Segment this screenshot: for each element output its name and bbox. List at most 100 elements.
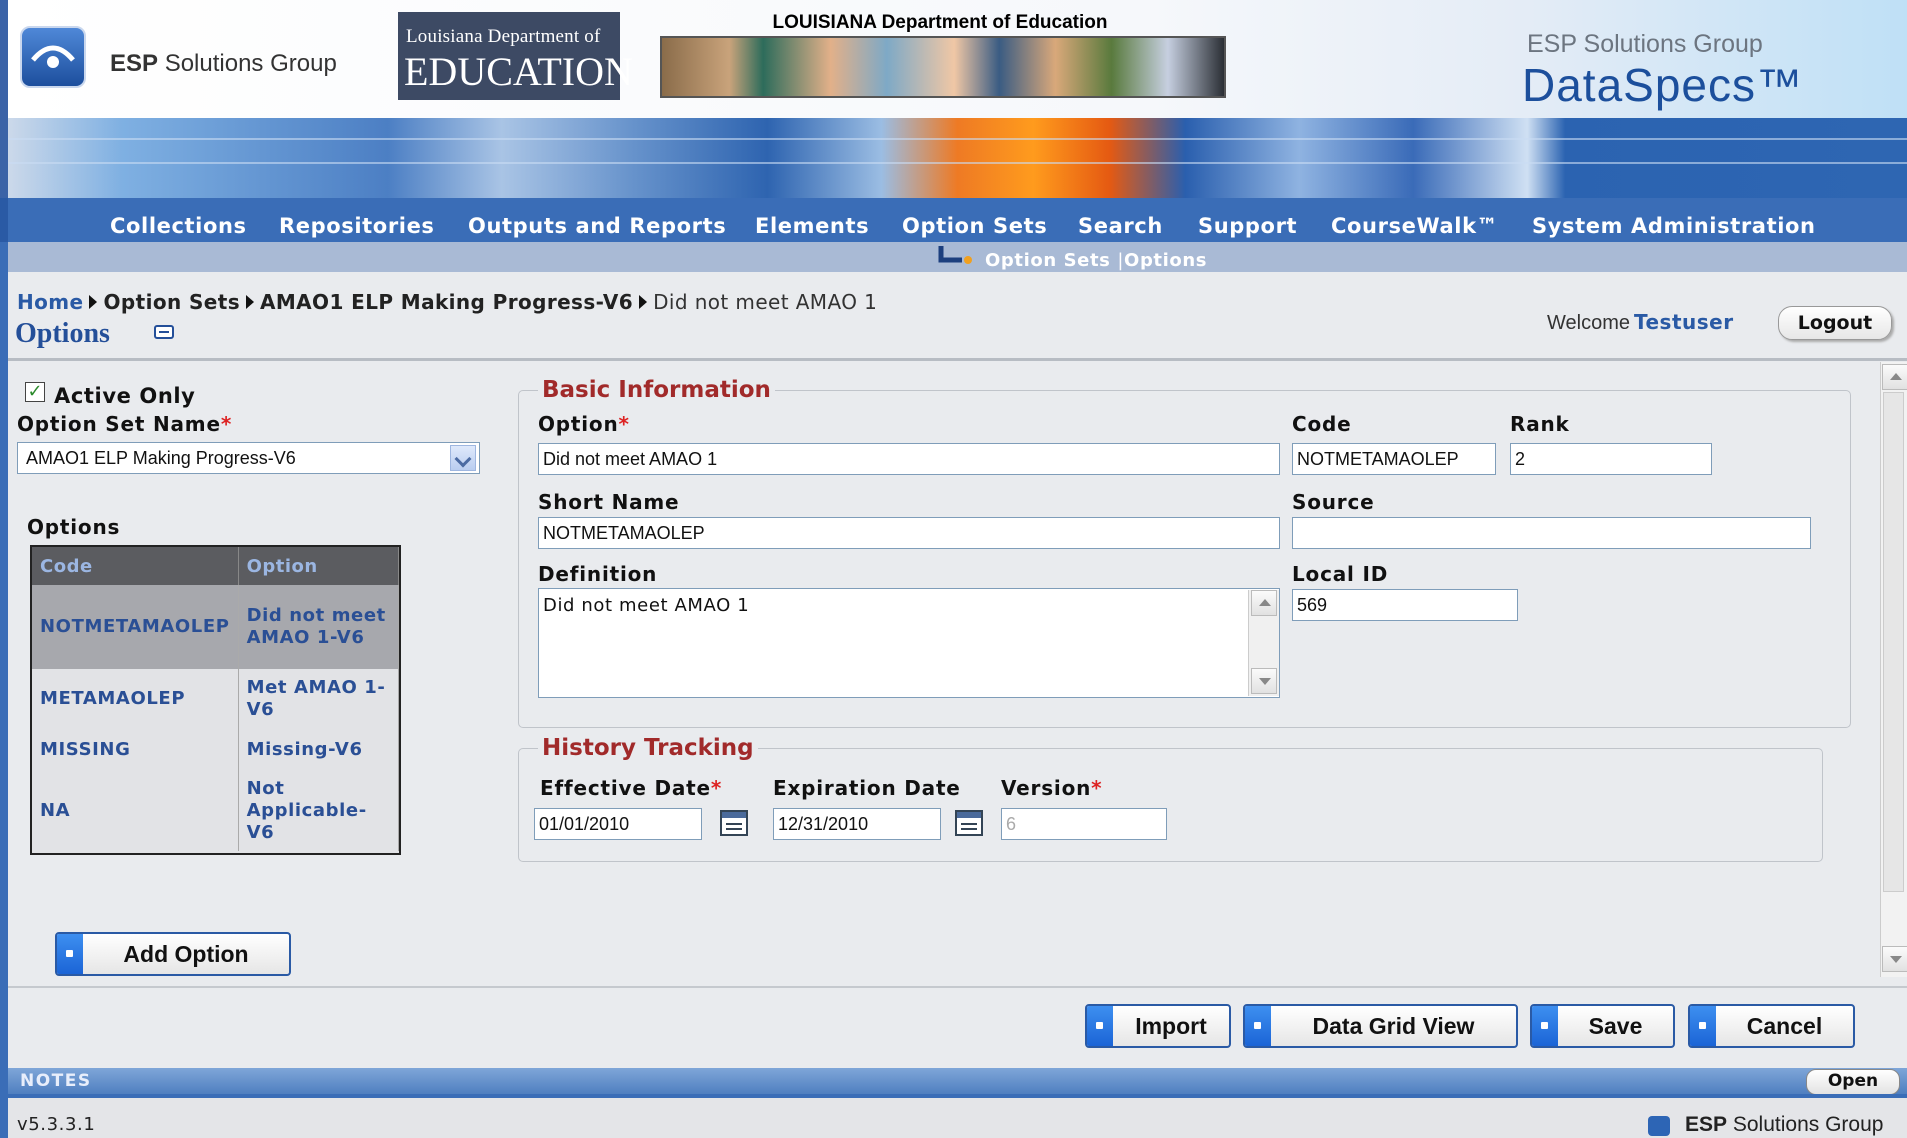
scrollbar-thumb[interactable] (1883, 392, 1904, 892)
button-accent-icon (1245, 1006, 1271, 1046)
scroll-up-icon[interactable] (1882, 364, 1907, 390)
basic-information-legend: Basic Information (538, 377, 775, 403)
notes-open-button[interactable]: Open (1806, 1069, 1900, 1095)
table-header-row: Code Option (32, 547, 400, 585)
notes-bar (0, 1068, 1907, 1094)
nav-option-sets[interactable]: Option Sets (902, 214, 1047, 238)
scroll-up-icon[interactable] (1251, 590, 1277, 616)
nav-repositories[interactable]: Repositories (279, 214, 435, 238)
page-title: Options (15, 318, 110, 349)
subnav-options[interactable]: Options (1124, 250, 1207, 271)
breadcrumb-home[interactable]: Home (17, 290, 83, 314)
nav-collections[interactable]: Collections (110, 214, 247, 238)
import-button[interactable]: Import (1085, 1004, 1231, 1048)
row-option[interactable]: Met AMAO 1-V6 (238, 669, 400, 729)
button-accent-icon (57, 934, 83, 974)
short-name-input[interactable]: NOTMETAMAOLEP (538, 517, 1280, 549)
rank-input[interactable]: 2 (1510, 443, 1712, 475)
history-tracking-fieldset (518, 748, 1823, 862)
cancel-button[interactable]: Cancel (1688, 1004, 1855, 1048)
version-input: 6 (1001, 808, 1167, 840)
expiration-date-label: Expiration Date (773, 776, 961, 800)
welcome-username[interactable]: Testuser (1634, 310, 1734, 334)
source-input[interactable] (1292, 517, 1811, 549)
expiration-date-input[interactable]: 12/31/2010 (773, 808, 941, 840)
button-accent-icon (1532, 1006, 1558, 1046)
local-id-input[interactable]: 569 (1292, 589, 1518, 621)
version-text: v5.3.3.1 (17, 1114, 96, 1135)
active-only-label: Active Only (54, 384, 196, 408)
option-set-select[interactable]: AMAO1 ELP Making Progress-V6 (17, 442, 480, 474)
breadcrumb-option-sets[interactable]: Option Sets (103, 290, 240, 314)
nav-coursewalk[interactable]: CourseWalk™ (1331, 214, 1498, 238)
table-row[interactable]: MISSING Missing-V6 (32, 729, 400, 771)
row-code[interactable]: NOTMETAMAOLEP (32, 585, 239, 669)
footer (0, 1098, 1907, 1138)
nav-support[interactable]: Support (1198, 214, 1297, 238)
subnav-option-sets[interactable]: Option Sets (985, 250, 1111, 271)
version-label: Version* (1001, 776, 1102, 800)
required-marker: * (1091, 776, 1103, 800)
button-accent-icon (1087, 1006, 1113, 1046)
required-marker: * (618, 412, 630, 436)
import-label: Import (1135, 1013, 1207, 1039)
row-option[interactable]: Missing-V6 (238, 729, 400, 771)
row-option[interactable]: Not Applicable-V6 (238, 771, 400, 851)
breadcrumb: Home Option Sets AMAO1 ELP Making Progress… (17, 290, 877, 314)
add-option-label: Add Option (123, 941, 249, 967)
table-row[interactable]: NA Not Applicable-V6 (32, 771, 400, 851)
option-set-name-label-text: Option Set Name (17, 412, 221, 436)
scroll-down-icon[interactable] (1882, 946, 1907, 972)
definition-scrollbar[interactable] (1248, 590, 1279, 696)
data-grid-view-button[interactable]: Data Grid View (1243, 1004, 1518, 1048)
options-table: Code Option NOTMETAMAOLEP Did not meet A… (30, 545, 401, 855)
chevron-down-icon[interactable] (450, 445, 476, 471)
effective-date-label: Effective Date* (540, 776, 722, 800)
welcome-label: Welcome (1547, 312, 1630, 334)
option-input[interactable]: Did not meet AMAO 1 (538, 443, 1280, 475)
option-label-text: Option (538, 412, 619, 436)
divider (8, 986, 1907, 988)
row-code[interactable]: MISSING (32, 729, 239, 771)
footer-company-name: ESP Solutions Group (1685, 1113, 1884, 1136)
local-id-label: Local ID (1292, 562, 1389, 586)
row-option[interactable]: Did not meet AMAO 1-V6 (238, 585, 400, 669)
column-header-option[interactable]: Option (238, 547, 400, 585)
nav-outputs-and-reports[interactable]: Outputs and Reports (468, 214, 726, 238)
required-marker: * (220, 412, 233, 436)
nav-system-administration[interactable]: System Administration (1532, 214, 1816, 238)
option-label: Option* (538, 412, 630, 436)
save-button[interactable]: Save (1530, 1004, 1675, 1048)
breadcrumb-option-set[interactable]: AMAO1 ELP Making Progress-V6 (260, 290, 633, 314)
logout-button[interactable]: Logout (1778, 306, 1892, 340)
collapse-icon[interactable] (154, 325, 174, 339)
row-code[interactable]: NA (32, 771, 239, 851)
calendar-icon[interactable] (720, 810, 748, 836)
nav-search[interactable]: Search (1078, 214, 1163, 238)
table-row[interactable]: METAMAOLEP Met AMAO 1-V6 (32, 669, 400, 729)
active-only-checkbox[interactable]: ✓ (25, 382, 45, 402)
required-marker: * (710, 776, 723, 800)
code-input[interactable]: NOTMETAMAOLEP (1292, 443, 1496, 475)
breadcrumb-current: Did not meet AMAO 1 (653, 290, 878, 314)
esp-logo-icon (1648, 1116, 1670, 1136)
table-row[interactable]: NOTMETAMAOLEP Did not meet AMAO 1-V6 (32, 585, 400, 669)
esp-logo-icon (20, 26, 86, 88)
definition-textarea[interactable]: Did not meet AMAO 1 (538, 588, 1280, 698)
row-code[interactable]: METAMAOLEP (32, 669, 239, 729)
scroll-down-icon[interactable] (1251, 668, 1277, 694)
subnav-links: Option Sets |Options (985, 250, 1207, 271)
button-accent-icon (1690, 1006, 1716, 1046)
banner-photo-strip (660, 36, 1226, 98)
divider (8, 358, 1907, 361)
decorative-banner (0, 118, 1907, 198)
calendar-icon[interactable] (955, 810, 983, 836)
effective-date-label-text: Effective Date (540, 776, 711, 800)
short-name-label: Short Name (538, 490, 680, 514)
breadcrumb-arrow-icon (246, 295, 254, 309)
column-header-code[interactable]: Code (32, 547, 239, 585)
lde-logo: Louisiana Department of EDUCATION (398, 12, 633, 100)
nav-elements[interactable]: Elements (755, 214, 869, 238)
add-option-button[interactable]: Add Option (55, 932, 291, 976)
effective-date-input[interactable]: 01/01/2010 (534, 808, 702, 840)
